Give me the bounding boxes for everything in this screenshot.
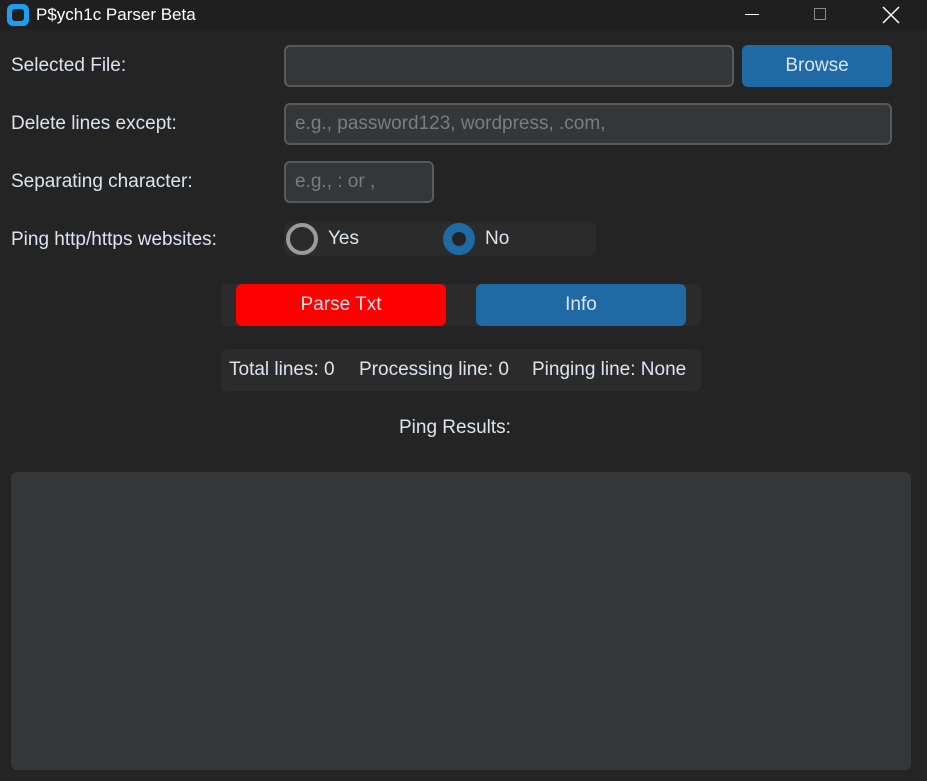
window-title: P$ych1c Parser Beta xyxy=(36,5,196,24)
selected-file-field[interactable] xyxy=(284,45,734,87)
info-button[interactable]: Info xyxy=(476,284,686,326)
close-icon xyxy=(882,6,900,24)
app-window: P$ych1c Parser Beta Selected File: Brows… xyxy=(0,0,927,781)
delete-lines-field[interactable] xyxy=(284,103,892,145)
ping-yes-radio[interactable]: Yes xyxy=(286,223,359,255)
ping-no-radio[interactable]: No xyxy=(443,223,509,255)
separator-field[interactable] xyxy=(284,161,434,203)
ping-yes-label: Yes xyxy=(328,228,359,249)
title-bar: P$ych1c Parser Beta xyxy=(0,0,927,30)
separator-label: Separating character: xyxy=(11,171,193,192)
delete-lines-label: Delete lines except: xyxy=(11,113,177,134)
parse-txt-button[interactable]: Parse Txt xyxy=(236,284,446,326)
ping-label: Ping http/https websites: xyxy=(11,229,217,250)
close-button[interactable] xyxy=(867,0,913,30)
selected-file-label: Selected File: xyxy=(11,55,127,76)
app-icon xyxy=(7,4,29,26)
processing-line-status: Processing line: 0 xyxy=(359,359,509,380)
total-lines-status: Total lines: 0 xyxy=(229,359,335,380)
browse-button[interactable]: Browse xyxy=(742,45,892,87)
maximize-button[interactable] xyxy=(797,0,843,30)
radio-unselected-icon xyxy=(286,223,318,255)
minimize-button[interactable] xyxy=(729,0,775,30)
ping-no-label: No xyxy=(485,228,510,249)
ping-results-heading: Ping Results: xyxy=(399,417,511,438)
ping-results-textbox[interactable] xyxy=(11,472,911,770)
radio-selected-icon xyxy=(443,223,475,255)
pinging-line-status: Pinging line: None xyxy=(532,359,687,380)
